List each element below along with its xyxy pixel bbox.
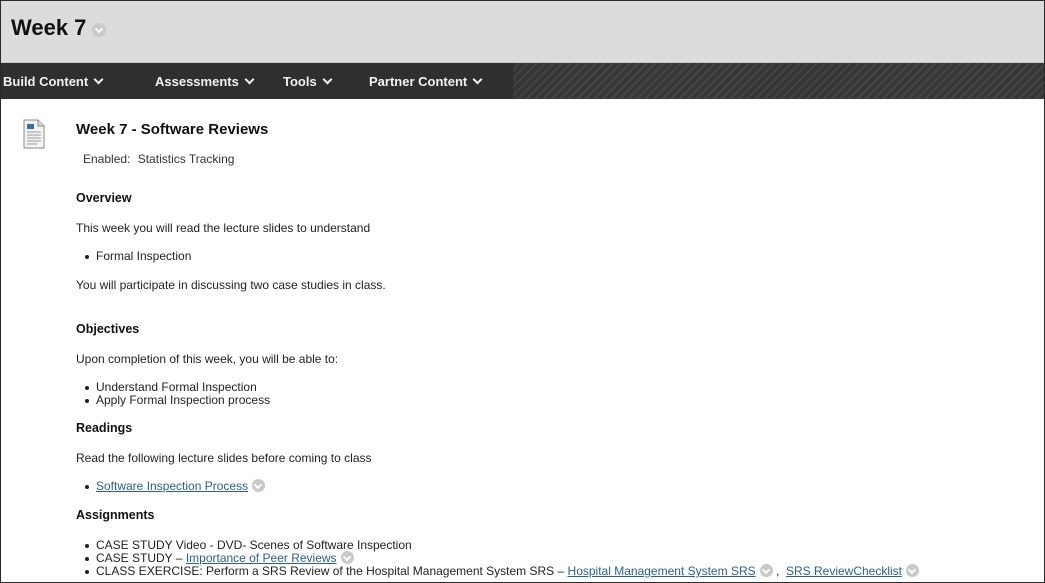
assignments-heading: Assignments [76,508,155,522]
list-item: Software Inspection Process [84,479,266,493]
software-inspection-process-link[interactable]: Software Inspection Process [96,479,248,493]
page-title-text: Week 7 [11,15,87,40]
action-menu-group: Build Content Assessments Tools Partner … [1,63,513,99]
menu-build-content-label: Build Content [3,73,89,89]
link-options-chevron-icon[interactable] [759,564,773,578]
link-options-chevron-icon[interactable] [340,551,354,565]
readings-list: Software Inspection Process [76,479,266,493]
menu-tools[interactable]: Tools [273,63,359,99]
overview-list: Formal Inspection [76,250,191,263]
enabled-label: Enabled: [83,152,131,166]
objectives-intro: Upon completion of this week, you will b… [76,352,339,366]
enabled-value: Statistics Tracking [137,152,235,166]
page-frame: Week 7 Build Content Assessments Tools P… [0,0,1045,583]
document-icon [23,119,45,149]
chevron-down-icon [322,74,333,85]
list-item: Apply Formal Inspection process [84,393,271,407]
objectives-list: Understand Formal Inspection Apply Forma… [76,381,270,407]
list-item: Formal Inspection [84,249,192,263]
action-bar: Build Content Assessments Tools Partner … [1,63,1044,99]
title-bar: Week 7 [1,1,1044,63]
readings-heading: Readings [76,421,133,435]
content-area: Week 7 - Software Reviews Enabled: Stati… [1,99,1044,582]
content-item-title[interactable]: Week 7 - Software Reviews [76,121,268,138]
overview-intro: This week you will read the lecture slid… [76,221,371,235]
assignment-2-prefix: CASE STUDY – [96,551,186,565]
chevron-down-icon [93,74,104,85]
title-options-chevron-icon[interactable] [92,22,107,37]
objectives-heading: Objectives [76,322,140,336]
assignments-list: CASE STUDY Video - DVD- Scenes of Softwa… [76,539,920,578]
page-title: Week 7 [11,15,107,41]
overview-outro: You will participate in discussing two c… [76,278,386,292]
link-options-chevron-icon[interactable] [252,479,266,493]
hospital-management-system-srs-link[interactable]: Hospital Management System SRS [568,564,756,578]
menu-assessments[interactable]: Assessments [137,63,273,99]
chevron-down-icon [244,74,255,85]
readings-intro: Read the following lecture slides before… [76,451,372,465]
link-options-chevron-icon[interactable] [906,564,920,578]
menu-assessments-label: Assessments [155,73,239,89]
srs-review-checklist-link[interactable]: SRS ReviewChecklist [786,564,902,578]
chevron-down-icon [472,74,483,85]
assignment-3-prefix: CLASS EXERCISE: Perform a SRS Review of … [96,564,568,578]
enabled-status: Enabled: Statistics Tracking [83,152,234,166]
list-item: CLASS EXERCISE: Perform a SRS Review of … [84,564,920,578]
overview-heading: Overview [76,191,132,205]
menu-partner-content[interactable]: Partner Content [359,63,509,99]
importance-of-peer-reviews-link[interactable]: Importance of Peer Reviews [186,551,337,565]
assignment-3-separator: , [772,564,786,578]
menu-build-content[interactable]: Build Content [1,63,137,99]
menu-partner-content-label: Partner Content [369,73,468,89]
menu-tools-label: Tools [283,73,317,89]
